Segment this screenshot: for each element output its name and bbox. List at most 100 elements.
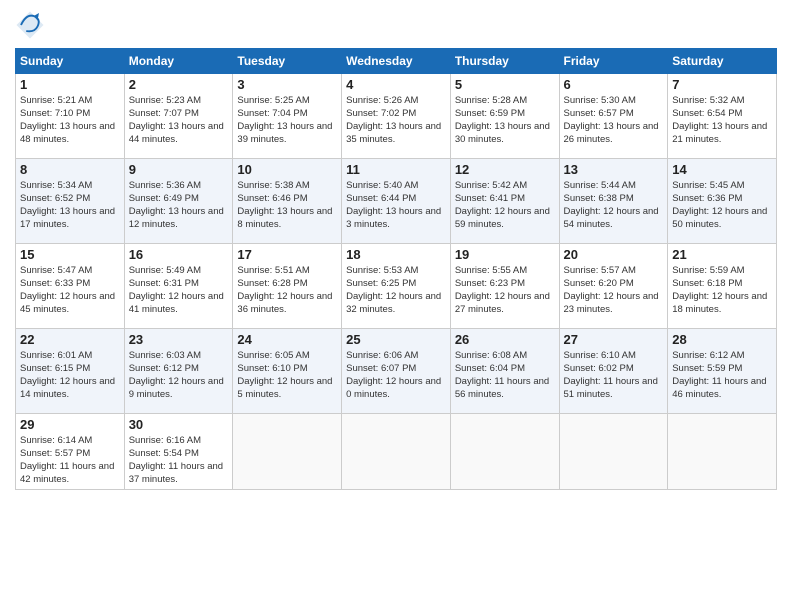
day-info: Sunrise: 5:21 AMSunset: 7:10 PMDaylight:… — [20, 94, 120, 146]
calendar-cell-w0d6: 7 Sunrise: 5:32 AMSunset: 6:54 PMDaylight… — [668, 74, 777, 159]
calendar-cell-w4d6 — [668, 414, 777, 490]
day-number: 15 — [20, 247, 120, 262]
calendar-cell-w3d1: 23 Sunrise: 6:03 AMSunset: 6:12 PMDayligh… — [124, 329, 233, 414]
calendar-cell-w2d2: 17 Sunrise: 5:51 AMSunset: 6:28 PMDayligh… — [233, 244, 342, 329]
calendar-cell-w1d4: 12 Sunrise: 5:42 AMSunset: 6:41 PMDayligh… — [450, 159, 559, 244]
day-number: 21 — [672, 247, 772, 262]
calendar-cell-w1d3: 11 Sunrise: 5:40 AMSunset: 6:44 PMDayligh… — [342, 159, 451, 244]
calendar-cell-w4d2 — [233, 414, 342, 490]
calendar-cell-w0d2: 3 Sunrise: 5:25 AMSunset: 7:04 PMDaylight… — [233, 74, 342, 159]
day-info: Sunrise: 6:05 AMSunset: 6:10 PMDaylight:… — [237, 349, 337, 401]
calendar-cell-w2d5: 20 Sunrise: 5:57 AMSunset: 6:20 PMDayligh… — [559, 244, 668, 329]
day-info: Sunrise: 5:44 AMSunset: 6:38 PMDaylight:… — [564, 179, 664, 231]
day-info: Sunrise: 5:55 AMSunset: 6:23 PMDaylight:… — [455, 264, 555, 316]
col-header-saturday: Saturday — [668, 49, 777, 74]
day-info: Sunrise: 5:25 AMSunset: 7:04 PMDaylight:… — [237, 94, 337, 146]
day-number: 24 — [237, 332, 337, 347]
day-info: Sunrise: 6:01 AMSunset: 6:15 PMDaylight:… — [20, 349, 120, 401]
day-number: 26 — [455, 332, 555, 347]
calendar-cell-w2d3: 18Sunrise: 5:53 AMSunset: 6:25 PMDayligh… — [342, 244, 451, 329]
day-number: 14 — [672, 162, 772, 177]
week-row-4: 29 Sunrise: 6:14 AMSunset: 5:57 PMDayligh… — [16, 414, 777, 490]
calendar-cell-w1d6: 14 Sunrise: 5:45 AMSunset: 6:36 PMDayligh… — [668, 159, 777, 244]
day-info: Sunrise: 6:10 AMSunset: 6:02 PMDaylight:… — [564, 349, 664, 401]
day-number: 2 — [129, 77, 229, 92]
col-header-monday: Monday — [124, 49, 233, 74]
calendar-cell-w2d0: 15 Sunrise: 5:47 AMSunset: 6:33 PMDayligh… — [16, 244, 125, 329]
day-number: 7 — [672, 77, 772, 92]
day-number: 27 — [564, 332, 664, 347]
calendar-cell-w0d5: 6 Sunrise: 5:30 AMSunset: 6:57 PMDaylight… — [559, 74, 668, 159]
day-info: Sunrise: 5:53 AMSunset: 6:25 PMDaylight:… — [346, 264, 446, 316]
col-header-sunday: Sunday — [16, 49, 125, 74]
day-number: 9 — [129, 162, 229, 177]
day-info: Sunrise: 5:57 AMSunset: 6:20 PMDaylight:… — [564, 264, 664, 316]
week-row-0: 1 Sunrise: 5:21 AMSunset: 7:10 PMDaylight… — [16, 74, 777, 159]
day-number: 16 — [129, 247, 229, 262]
day-info: Sunrise: 5:36 AMSunset: 6:49 PMDaylight:… — [129, 179, 229, 231]
day-info: Sunrise: 6:06 AMSunset: 6:07 PMDaylight:… — [346, 349, 446, 401]
calendar-cell-w3d3: 25 Sunrise: 6:06 AMSunset: 6:07 PMDayligh… — [342, 329, 451, 414]
col-header-tuesday: Tuesday — [233, 49, 342, 74]
day-info: Sunrise: 5:23 AMSunset: 7:07 PMDaylight:… — [129, 94, 229, 146]
calendar-cell-w1d1: 9 Sunrise: 5:36 AMSunset: 6:49 PMDaylight… — [124, 159, 233, 244]
calendar-cell-w2d6: 21Sunrise: 5:59 AMSunset: 6:18 PMDayligh… — [668, 244, 777, 329]
calendar-cell-w0d3: 4 Sunrise: 5:26 AMSunset: 7:02 PMDaylight… — [342, 74, 451, 159]
day-info: Sunrise: 5:51 AMSunset: 6:28 PMDaylight:… — [237, 264, 337, 316]
day-number: 5 — [455, 77, 555, 92]
day-info: Sunrise: 5:45 AMSunset: 6:36 PMDaylight:… — [672, 179, 772, 231]
day-number: 25 — [346, 332, 446, 347]
calendar-cell-w0d1: 2 Sunrise: 5:23 AMSunset: 7:07 PMDaylight… — [124, 74, 233, 159]
logo — [15, 10, 49, 40]
day-number: 22 — [20, 332, 120, 347]
day-number: 8 — [20, 162, 120, 177]
day-info: Sunrise: 5:34 AMSunset: 6:52 PMDaylight:… — [20, 179, 120, 231]
calendar-cell-w1d2: 10 Sunrise: 5:38 AMSunset: 6:46 PMDayligh… — [233, 159, 342, 244]
day-number: 12 — [455, 162, 555, 177]
day-number: 13 — [564, 162, 664, 177]
calendar-cell-w4d5 — [559, 414, 668, 490]
day-info: Sunrise: 6:16 AMSunset: 5:54 PMDaylight:… — [129, 434, 229, 486]
header-row: SundayMondayTuesdayWednesdayThursdayFrid… — [16, 49, 777, 74]
day-number: 3 — [237, 77, 337, 92]
day-number: 20 — [564, 247, 664, 262]
day-info: Sunrise: 5:47 AMSunset: 6:33 PMDaylight:… — [20, 264, 120, 316]
calendar-cell-w3d0: 22 Sunrise: 6:01 AMSunset: 6:15 PMDayligh… — [16, 329, 125, 414]
day-info: Sunrise: 5:26 AMSunset: 7:02 PMDaylight:… — [346, 94, 446, 146]
calendar-cell-w3d6: 28Sunrise: 6:12 AMSunset: 5:59 PMDayligh… — [668, 329, 777, 414]
calendar-cell-w4d4 — [450, 414, 559, 490]
day-info: Sunrise: 5:40 AMSunset: 6:44 PMDaylight:… — [346, 179, 446, 231]
calendar-table: SundayMondayTuesdayWednesdayThursdayFrid… — [15, 48, 777, 490]
calendar-cell-w1d0: 8 Sunrise: 5:34 AMSunset: 6:52 PMDaylight… — [16, 159, 125, 244]
day-number: 1 — [20, 77, 120, 92]
page: SundayMondayTuesdayWednesdayThursdayFrid… — [0, 0, 792, 612]
calendar-cell-w3d5: 27 Sunrise: 6:10 AMSunset: 6:02 PMDayligh… — [559, 329, 668, 414]
day-info: Sunrise: 6:03 AMSunset: 6:12 PMDaylight:… — [129, 349, 229, 401]
day-info: Sunrise: 6:12 AMSunset: 5:59 PMDaylight:… — [672, 349, 772, 401]
calendar-cell-w0d0: 1 Sunrise: 5:21 AMSunset: 7:10 PMDaylight… — [16, 74, 125, 159]
day-info: Sunrise: 5:28 AMSunset: 6:59 PMDaylight:… — [455, 94, 555, 146]
day-number: 29 — [20, 417, 120, 432]
day-number: 10 — [237, 162, 337, 177]
week-row-3: 22 Sunrise: 6:01 AMSunset: 6:15 PMDayligh… — [16, 329, 777, 414]
day-number: 23 — [129, 332, 229, 347]
day-number: 4 — [346, 77, 446, 92]
day-number: 17 — [237, 247, 337, 262]
day-info: Sunrise: 5:42 AMSunset: 6:41 PMDaylight:… — [455, 179, 555, 231]
day-info: Sunrise: 6:14 AMSunset: 5:57 PMDaylight:… — [20, 434, 120, 486]
day-info: Sunrise: 5:32 AMSunset: 6:54 PMDaylight:… — [672, 94, 772, 146]
calendar-cell-w4d1: 30 Sunrise: 6:16 AMSunset: 5:54 PMDayligh… — [124, 414, 233, 490]
day-number: 19 — [455, 247, 555, 262]
day-number: 30 — [129, 417, 229, 432]
calendar-cell-w1d5: 13 Sunrise: 5:44 AMSunset: 6:38 PMDayligh… — [559, 159, 668, 244]
week-row-2: 15 Sunrise: 5:47 AMSunset: 6:33 PMDayligh… — [16, 244, 777, 329]
calendar-cell-w4d0: 29 Sunrise: 6:14 AMSunset: 5:57 PMDayligh… — [16, 414, 125, 490]
day-number: 6 — [564, 77, 664, 92]
calendar-cell-w2d4: 19 Sunrise: 5:55 AMSunset: 6:23 PMDayligh… — [450, 244, 559, 329]
header — [15, 10, 777, 40]
day-info: Sunrise: 5:38 AMSunset: 6:46 PMDaylight:… — [237, 179, 337, 231]
logo-icon — [15, 10, 45, 40]
calendar-cell-w4d3 — [342, 414, 451, 490]
day-number: 11 — [346, 162, 446, 177]
day-info: Sunrise: 5:30 AMSunset: 6:57 PMDaylight:… — [564, 94, 664, 146]
